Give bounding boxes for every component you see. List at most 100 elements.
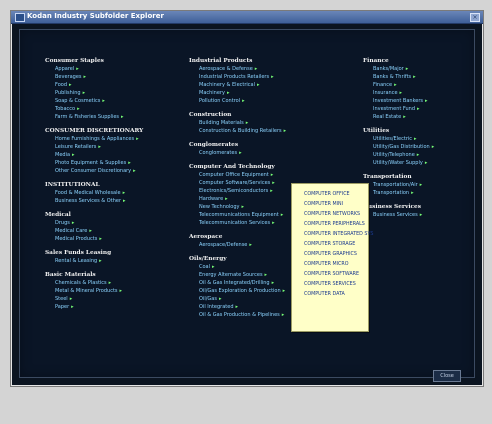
arrow-right-icon: ▸ [83,74,87,80]
category-link-other-consumer-discretionary[interactable]: Other Consumer Discretionary ▸ [45,167,191,175]
arrow-right-icon: ▸ [413,74,416,80]
popup-item-computer-data[interactable]: COMPUTER DATA [292,290,368,300]
category-link-transportation[interactable]: Transportation ▸ [363,189,492,197]
category-link-business-services[interactable]: Business Services ▸ [363,211,492,219]
category-label: Energy Alternate Sources [199,272,263,278]
category-link-photo-equipment-supplies[interactable]: Photo Equipment & Supplies ▸ [45,159,191,167]
arrow-right-icon: ▸ [245,120,249,126]
popup-item-computer-services[interactable]: COMPUTER SERVICES [292,280,368,290]
category-link-conglomerates[interactable]: Conglomerates ▸ [189,149,335,157]
arrow-right-icon: ▸ [82,90,86,96]
category-link-food-medical-wholesale[interactable]: Food & Medical Wholesale ▸ [45,189,191,197]
category-link-investment-fund[interactable]: Investment Fund ▸ [363,105,492,113]
category-link-aerospace-defense[interactable]: Aerospace & Defense ▸ [189,65,335,73]
category-link-construction-building-retailers[interactable]: Construction & Building Retailers ▸ [189,127,335,135]
arrow-right-icon: ▸ [271,74,274,80]
close-button[interactable]: Close [433,370,461,382]
category-label: Food [55,82,67,88]
arrow-right-icon: ▸ [257,82,260,88]
category-link-banks-thrifts[interactable]: Banks & Thrifts ▸ [363,73,492,81]
category-label: Transportation [373,190,410,196]
category-link-food[interactable]: Food ▸ [45,81,191,89]
title-bar[interactable]: Kodan Industry Subfolder Explorer × [11,11,483,24]
category-link-machinery-electrical[interactable]: Machinery & Electrical ▸ [189,81,335,89]
popup-item-computer-integrated-sys[interactable]: COMPUTER INTEGRATED SYS [292,230,373,240]
category-label: Conglomerates [199,150,238,156]
category-link-medical-care[interactable]: Medical Care ▸ [45,227,191,235]
popup-item-computer-peripherals[interactable]: COMPUTER PERIPHERALS [292,220,368,230]
arrow-right-icon: ▸ [218,296,222,302]
arrow-right-icon: ▸ [123,198,126,204]
category-link-utility-water-supply[interactable]: Utility/Water Supply ▸ [363,159,492,167]
category-link-apparel[interactable]: Apparel ▸ [45,65,191,73]
category-link-industrial-products-retailers[interactable]: Industrial Products Retailers ▸ [189,73,335,81]
category-link-pollution-control[interactable]: Pollution Control ▸ [189,97,335,105]
category-link-transportation-air[interactable]: Transportation/Air ▸ [363,181,492,189]
category-link-banks-major[interactable]: Banks/Major ▸ [363,65,492,73]
popup-item-computer-mini[interactable]: COMPUTER MINI [292,200,368,210]
category-link-finance[interactable]: Finance ▸ [363,81,492,89]
arrow-right-icon: ▸ [121,114,124,120]
category-link-utilities-electric[interactable]: Utilities/Electric ▸ [363,135,492,143]
close-icon[interactable]: × [470,13,480,22]
popup-item-computer-graphics[interactable]: COMPUTER GRAPHICS [292,250,368,260]
category-link-metal-mineral-products[interactable]: Metal & Mineral Products ▸ [45,287,191,295]
category-link-building-materials[interactable]: Building Materials ▸ [189,119,335,127]
category-link-investment-bankers[interactable]: Investment Bankers ▸ [363,97,492,105]
category-label: Utilities/Electric [373,136,413,142]
category-link-chemicals-plastics[interactable]: Chemicals & Plastics ▸ [45,279,191,287]
category-link-drugs[interactable]: Drugs ▸ [45,219,191,227]
category-link-beverages[interactable]: Beverages ▸ [45,73,191,81]
arrow-right-icon: ▸ [425,98,428,104]
category-label: Drugs [55,220,70,226]
category-label: Industrial Products Retailers [199,74,270,80]
arrow-right-icon: ▸ [419,182,423,188]
category-label: Aerospace & Defense [199,66,253,72]
category-label: Real Estate [373,114,402,120]
category-link-leisure-retailers[interactable]: Leisure Retailers ▸ [45,143,191,151]
category-link-publishing[interactable]: Publishing ▸ [45,89,191,97]
category-link-insurance[interactable]: Insurance ▸ [363,89,492,97]
arrow-right-icon: ▸ [69,296,73,302]
category-link-computer-office-equipment[interactable]: Computer Office Equipment ▸ [189,171,335,179]
arrow-right-icon: ▸ [226,90,230,96]
category-link-utility-telephone[interactable]: Utility/Telephone ▸ [363,151,492,159]
category-label: Medical Products [55,236,98,242]
category-link-rental-leasing[interactable]: Rental & Leasing ▸ [45,257,191,265]
category-label: Insurance [373,90,398,96]
category-link-utility-gas-distribution[interactable]: Utility/Gas Distribution ▸ [363,143,492,151]
category-link-soap-cosmetics[interactable]: Soap & Cosmetics ▸ [45,97,191,105]
popup-item-computer-software[interactable]: COMPUTER SOFTWARE [292,270,368,280]
category-link-farm-fisheries-supplies[interactable]: Farm & Fisheries Supplies ▸ [45,113,191,121]
subcategory-popup: COMPUTER OFFICE COMPUTER MINI COMPUTER NET… [291,183,373,332]
arrow-right-icon: ▸ [249,242,252,248]
section-title: CONSUMER DISCRETIONARY [45,128,144,134]
category-link-medical-products[interactable]: Medical Products ▸ [45,235,191,243]
popup-item-computer-networks[interactable]: COMPUTER NETWORKS [292,210,368,220]
category-label: Building Materials [199,120,244,126]
category-link-machinery[interactable]: Machinery ▸ [189,89,335,97]
arrow-right-icon: ▸ [264,272,268,278]
arrow-right-icon: ▸ [270,188,273,194]
category-link-media[interactable]: Media ▸ [45,151,191,159]
category-label: Utility/Water Supply [373,160,423,166]
category-link-steel[interactable]: Steel ▸ [45,295,191,303]
category-link-home-furnishings-appliances[interactable]: Home Furnishings & Appliances ▸ [45,135,191,143]
arrow-right-icon: ▸ [102,98,105,104]
arrow-right-icon: ▸ [272,220,275,226]
category-label: Rental & Leasing [55,258,98,264]
category-link-real-estate[interactable]: Real Estate ▸ [363,113,492,121]
category-link-paper[interactable]: Paper ▸ [45,303,191,311]
category-link-business-services-other[interactable]: Business Services & Other ▸ [45,197,191,205]
category-label: Telecommunications Equipment [199,212,279,218]
popup-item-computer-office[interactable]: COMPUTER OFFICE [292,190,368,200]
category-label: Oil & Gas Production & Pipelines [199,312,280,318]
category-label: Transportation/Air [373,182,418,188]
category-label: Finance [373,82,393,88]
popup-item-computer-storage[interactable]: COMPUTER STORAGE [292,240,368,250]
section-conglomerates: Conglomerates Conglomerates ▸ [189,141,335,157]
category-link-tobacco[interactable]: Tobacco ▸ [45,105,191,113]
column-1: Consumer Staples Apparel ▸ Beverages ▸ Food ▸ P… [45,57,191,311]
category-label: Utility/Gas Distribution [373,144,430,150]
popup-item-computer-micro[interactable]: COMPUTER MICRO [292,260,368,270]
